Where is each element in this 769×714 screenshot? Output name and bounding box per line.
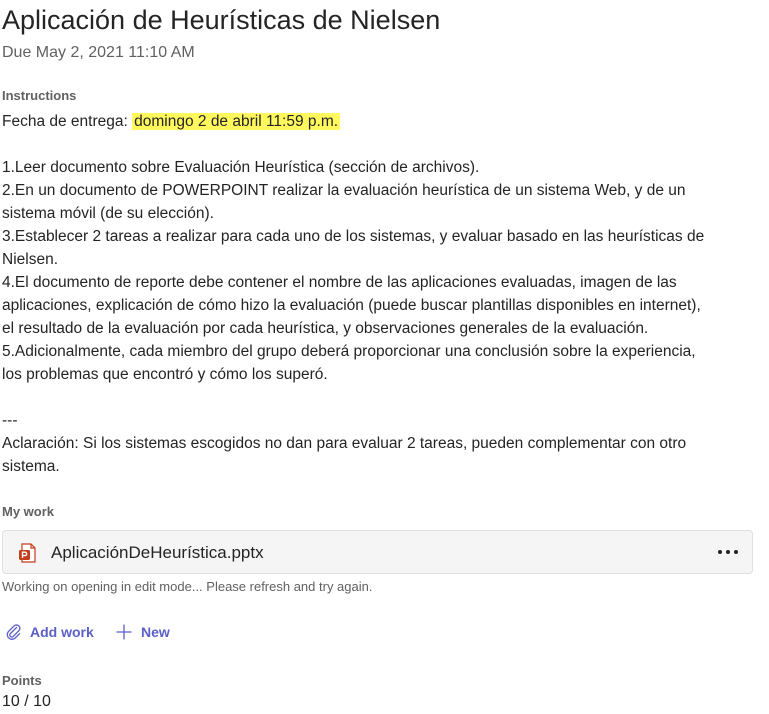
dot-icon (718, 550, 722, 554)
points-value: 10 / 10 (2, 693, 51, 710)
instruction-line: 1.Leer documento sobre Evaluación Heurís… (2, 159, 480, 176)
instruction-line: 5.Adicionalmente, cada miembro del grupo… (2, 343, 696, 360)
instruction-line: sistema móvil (de su elección). (2, 205, 214, 222)
more-options-button[interactable] (714, 539, 742, 565)
instructions-body: Fecha de entrega: domingo 2 de abril 11:… (2, 110, 760, 478)
instruction-line: 3.Establecer 2 tareas a realizar para ca… (2, 228, 705, 245)
separator-line: --- (2, 412, 18, 429)
due-prefix: Fecha de entrega: (2, 113, 133, 130)
instruction-line: 4.El documento de reporte debe contener … (2, 274, 677, 291)
add-work-button[interactable]: Add work (6, 621, 98, 643)
dot-icon (734, 550, 738, 554)
points-label: Points (2, 673, 42, 688)
new-button[interactable]: New (116, 621, 176, 643)
due-line: Fecha de entrega: domingo 2 de abril 11:… (2, 110, 760, 133)
instruction-line: Nielsen. (2, 251, 58, 268)
attached-file-card[interactable]: AplicaciónDeHeurística.pptx (2, 530, 753, 574)
note-line: sistema. (2, 458, 60, 475)
instruction-line: aplicaciones, explicación de cómo hizo l… (2, 297, 701, 314)
dot-icon (726, 550, 730, 554)
instruction-line: 2.En un documento de POWERPOINT realizar… (2, 182, 686, 199)
assignment-title: Aplicación de Heurísticas de Nielsen (2, 5, 441, 35)
powerpoint-icon (19, 543, 36, 563)
note-line: Aclaración: Si los sistemas escogidos no… (2, 435, 687, 452)
file-name[interactable]: AplicaciónDeHeurística.pptx (51, 542, 264, 564)
add-work-label: Add work (30, 624, 94, 640)
instructions-label: Instructions (2, 88, 77, 103)
my-work-label: My work (2, 504, 55, 519)
paperclip-icon (6, 624, 21, 640)
new-label: New (141, 624, 170, 640)
highlighted-due-date: domingo 2 de abril 11:59 p.m. (132, 113, 341, 130)
instruction-line: el resultado de la evaluación por cada h… (2, 320, 649, 337)
plus-icon (116, 624, 132, 640)
due-date: Due May 2, 2021 11:10 AM (2, 44, 195, 61)
file-status-note: Working on opening in edit mode... Pleas… (2, 579, 373, 594)
instruction-line: los problemas que encontró y cómo los su… (2, 366, 328, 383)
